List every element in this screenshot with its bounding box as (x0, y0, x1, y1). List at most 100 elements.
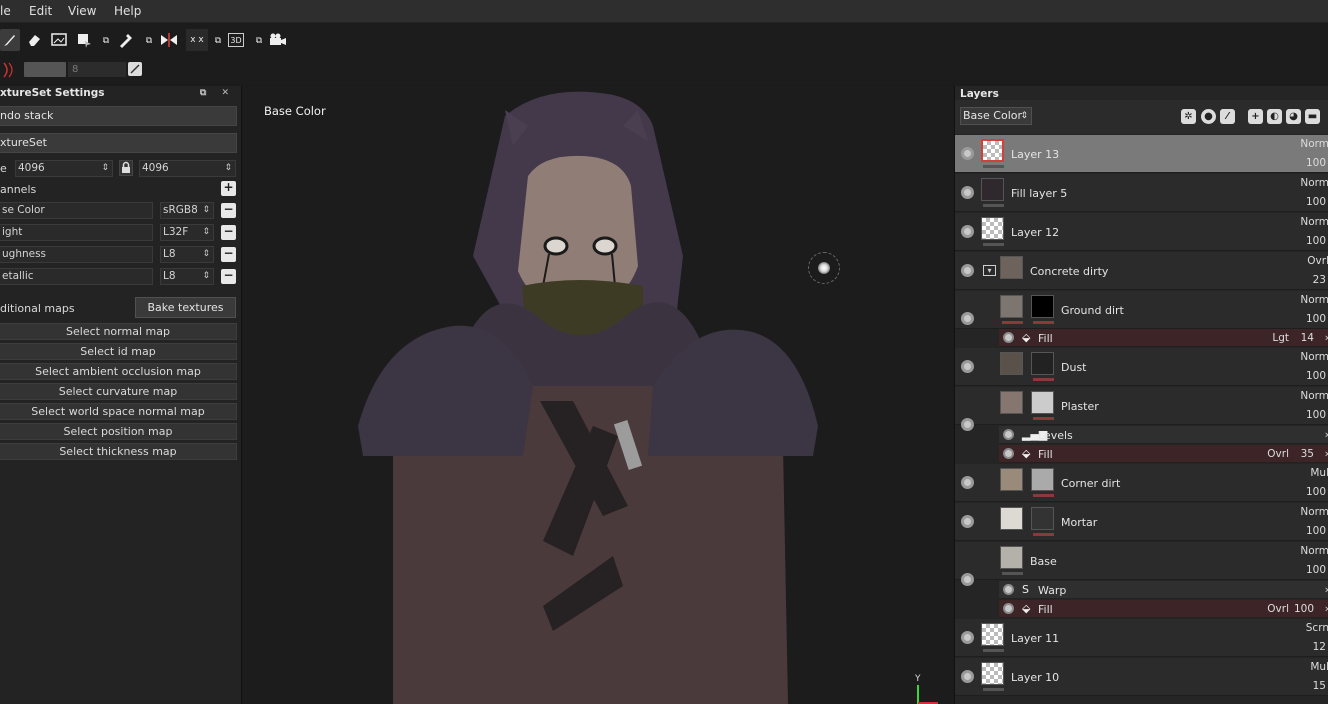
environment-light-icon[interactable] (808, 252, 840, 284)
channel-name-field[interactable]: ight (0, 224, 153, 241)
layer-opacity[interactable]: 23 (1313, 274, 1326, 286)
popout-icon[interactable]: ⧉ (100, 30, 112, 52)
layer-row[interactable]: Corner dirt Mul 100 (955, 464, 1328, 502)
layer-blend-mode[interactable]: Norm (1300, 351, 1328, 363)
layer-blend-mode[interactable]: Norm (1300, 216, 1328, 228)
remove-channel-button[interactable]: − (221, 269, 236, 284)
projection-icon[interactable] (49, 29, 69, 51)
effect-blend-mode[interactable]: Ovrl (1267, 603, 1289, 615)
menu-view[interactable]: View (68, 4, 96, 18)
select-id-map-button[interactable]: Select id map (0, 343, 237, 360)
add-folder-icon[interactable]: ▬ (1305, 109, 1320, 124)
popout-icon[interactable]: ⧉ (143, 30, 155, 52)
add-effect-icon[interactable]: ● (1201, 109, 1216, 124)
visibility-eye-icon[interactable] (961, 631, 974, 644)
visibility-eye-icon[interactable] (961, 312, 974, 325)
channel-name-field[interactable]: ughness (0, 246, 153, 263)
visibility-eye-icon[interactable] (961, 418, 974, 431)
effect-opacity[interactable]: 35 (1301, 448, 1314, 460)
effect-blend-mode[interactable]: Lgt (1272, 332, 1289, 344)
visibility-eye-icon[interactable] (961, 515, 974, 528)
size-height-select[interactable]: 4096 ⇕ (139, 160, 236, 177)
channel-name-field[interactable]: se Color (0, 202, 153, 219)
layer-row[interactable]: Fill layer 5 Norm 100 (955, 174, 1328, 212)
visibility-eye-icon[interactable] (961, 476, 974, 489)
polygon-fill-icon[interactable] (74, 29, 94, 51)
brush-size-slider[interactable] (24, 62, 66, 77)
menu-help[interactable]: Help (114, 4, 141, 18)
chevron-right-icon[interactable]: › (1325, 583, 1328, 596)
channel-format-select[interactable]: L32F ⇕ (160, 224, 214, 241)
visibility-eye-icon[interactable] (1003, 448, 1014, 459)
layer-opacity[interactable]: 15 (1313, 680, 1326, 692)
channel-format-select[interactable]: L8 ⇕ (160, 246, 214, 263)
visibility-eye-icon[interactable] (1003, 332, 1014, 343)
visibility-eye-icon[interactable] (1003, 584, 1014, 595)
channel-select[interactable]: Base Color ⇕ (960, 107, 1032, 125)
layer-blend-mode[interactable]: Mul (1310, 467, 1328, 479)
effect-opacity[interactable]: 14 (1301, 332, 1314, 344)
layer-opacity[interactable]: 12 (1313, 641, 1326, 653)
channel-format-select[interactable]: L8 ⇕ (160, 268, 214, 285)
add-layer-icon[interactable]: + (1248, 109, 1263, 124)
layer-opacity[interactable]: 100 (1306, 525, 1326, 537)
visibility-eye-icon[interactable] (961, 147, 974, 160)
layer-opacity[interactable]: 100 (1306, 564, 1326, 576)
select-ao-map-button[interactable]: Select ambient occlusion map (0, 363, 237, 380)
layer-row[interactable]: Layer 13 Norm 100 (955, 135, 1328, 173)
layer-blend-mode[interactable]: Mul (1310, 661, 1328, 673)
effect-row[interactable]: ▂▄▆ Levels › (999, 426, 1328, 444)
color-picker-icon[interactable] (116, 29, 136, 51)
visibility-eye-icon[interactable] (1003, 429, 1014, 440)
select-thickness-map-button[interactable]: Select thickness map (0, 443, 237, 460)
add-channel-button[interactable]: + (221, 181, 236, 196)
layer-row[interactable]: Mortar Norm 100 (955, 503, 1328, 541)
layer-row[interactable]: Layer 12 Norm 100 (955, 213, 1328, 251)
effect-row[interactable]: ⬙ Fill Lgt 14 › (999, 329, 1328, 347)
chevron-right-icon[interactable]: › (1325, 602, 1328, 615)
visibility-eye-icon[interactable] (961, 670, 974, 683)
effect-blend-mode[interactable]: Ovrl (1267, 448, 1289, 460)
popout-icon[interactable]: ⧉ (212, 30, 224, 52)
layer-row[interactable]: Plaster Norm 100 (955, 387, 1328, 431)
menu-edit[interactable]: Edit (29, 4, 52, 18)
layer-row[interactable]: Base Norm 100 (955, 542, 1328, 586)
select-position-map-button[interactable]: Select position map (0, 423, 237, 440)
add-smart-material-icon[interactable]: ◕ (1286, 109, 1301, 124)
layer-row[interactable]: Ground dirt Norm 100 (955, 291, 1328, 329)
camera-icon[interactable] (268, 29, 288, 51)
layer-opacity[interactable]: 100 (1306, 370, 1326, 382)
chevron-right-icon[interactable]: › (1325, 428, 1328, 441)
3d-viewport[interactable]: Base Color Y (243, 86, 953, 704)
lock-icon[interactable] (119, 160, 133, 176)
visibility-eye-icon[interactable] (961, 225, 974, 238)
textureset-button[interactable]: xtureSet (0, 133, 237, 153)
brush-size-field[interactable]: 8 (68, 62, 126, 77)
paint-layer-icon[interactable]: ⁄ (1220, 109, 1235, 124)
layer-blend-mode[interactable]: Norm (1300, 390, 1328, 402)
folder-icon[interactable]: ▾ (983, 265, 996, 276)
undo-stack-button[interactable]: ndo stack (0, 106, 237, 126)
select-world-normal-map-button[interactable]: Select world space normal map (0, 403, 237, 420)
select-normal-map-button[interactable]: Select normal map (0, 323, 237, 340)
layer-blend-mode[interactable]: Norm (1300, 138, 1328, 150)
window-buttons[interactable]: ⧉ ✕ (200, 86, 235, 100)
layer-opacity[interactable]: 100 (1306, 235, 1326, 247)
layer-blend-mode[interactable]: Norm (1300, 545, 1328, 557)
layer-opacity[interactable]: 100 (1306, 486, 1326, 498)
add-mask-icon[interactable]: ✲ (1181, 109, 1196, 124)
remove-channel-button[interactable]: − (221, 225, 236, 240)
effect-row[interactable]: ⬙ Fill Ovrl 35 › (999, 445, 1328, 463)
channel-name-field[interactable]: etallic (0, 268, 153, 285)
layer-row[interactable]: Layer 11 Scrn 12 (955, 619, 1328, 657)
eraser-icon[interactable] (24, 29, 44, 51)
visibility-eye-icon[interactable] (961, 360, 974, 373)
3d-view-icon[interactable]: 3D (228, 33, 244, 47)
size-width-select[interactable]: 4096 ⇕ (15, 160, 113, 177)
layer-blend-mode[interactable]: Scrn (1306, 622, 1328, 634)
layer-blend-mode[interactable]: Norm (1300, 294, 1328, 306)
effect-row[interactable]: S Warp › (999, 581, 1328, 599)
symmetry-icon[interactable] (159, 29, 179, 51)
layer-blend-mode[interactable]: Ovrl (1307, 255, 1328, 267)
visibility-eye-icon[interactable] (961, 186, 974, 199)
